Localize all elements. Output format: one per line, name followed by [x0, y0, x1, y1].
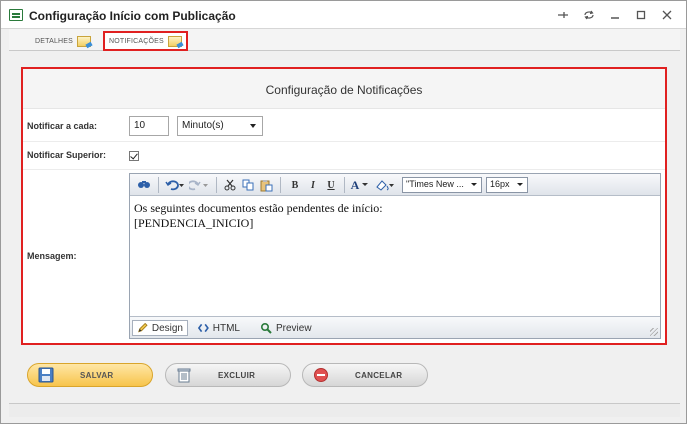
delete-button-label: EXCLUIR	[218, 371, 256, 380]
copy-icon[interactable]	[240, 177, 256, 193]
rich-text-editor: B I U A "Times New ... 16px Os seguintes…	[129, 173, 661, 339]
toolbar-divider	[216, 177, 217, 193]
editor-mode-bar: Design HTML Preview	[130, 316, 660, 338]
bold-button[interactable]: B	[288, 177, 302, 193]
window-controls	[550, 6, 680, 24]
delete-button[interactable]: EXCLUIR	[165, 363, 291, 387]
row-divider	[23, 169, 665, 170]
toolbar-divider	[344, 177, 345, 193]
section-title: Configuração de Notificações	[265, 83, 423, 97]
trash-icon	[177, 368, 191, 383]
edit-note-icon	[77, 35, 92, 47]
mode-preview-tab[interactable]: Preview	[256, 320, 316, 336]
tab-bar: DETALHES NOTIFICAÇÕES	[9, 29, 680, 51]
unit-select-value: Minuto(s)	[182, 120, 224, 131]
chevron-down-icon	[471, 183, 477, 186]
pencil-icon	[138, 322, 148, 333]
editor-content[interactable]: Os seguintes documentos estão pendentes …	[134, 201, 654, 311]
unit-select[interactable]: Minuto(s)	[177, 116, 263, 136]
window-title: Configuração Início com Publicação	[29, 9, 236, 23]
toolbar-divider	[158, 177, 159, 193]
notify-superior-label: Notificar Superior:	[27, 150, 107, 160]
title-bar: Configuração Início com Publicação	[1, 1, 686, 29]
message-label: Mensagem:	[27, 251, 77, 261]
refresh-icon[interactable]	[576, 6, 602, 24]
cancel-button[interactable]: CANCELAR	[302, 363, 428, 387]
save-button-label: SALVAR	[80, 371, 114, 380]
status-strip	[9, 403, 680, 417]
form-icon	[9, 9, 23, 21]
chevron-down-icon	[517, 183, 523, 186]
cut-icon[interactable]	[222, 177, 238, 193]
notifications-panel: Configuração de Notificações Notificar a…	[21, 67, 667, 345]
mode-preview-label: Preview	[276, 322, 312, 334]
mode-design-tab[interactable]: Design	[132, 320, 188, 336]
pin-icon[interactable]	[550, 6, 576, 24]
font-color-button[interactable]: A	[350, 177, 370, 193]
minimize-icon[interactable]	[602, 6, 628, 24]
tab-notificacoes[interactable]: NOTIFICAÇÕES	[103, 31, 188, 51]
magnifier-icon	[260, 322, 272, 334]
tab-notificacoes-label: NOTIFICAÇÕES	[109, 37, 164, 45]
paste-icon[interactable]	[258, 177, 274, 193]
editor-line: Os seguintes documentos estão pendentes …	[134, 201, 383, 215]
dialog-window: Configuração Início com Publicação DETAL…	[0, 0, 687, 424]
editor-line: [PENDENCIA_INICIO]	[134, 216, 254, 230]
cancel-icon	[314, 368, 328, 382]
section-header: Configuração de Notificações	[23, 69, 665, 109]
toolbar-divider	[280, 177, 281, 193]
tab-detalhes[interactable]: DETALHES	[31, 32, 95, 50]
mode-html-label: HTML	[212, 322, 240, 334]
mode-html-tab[interactable]: HTML	[194, 320, 244, 336]
highlight-color-icon[interactable]	[374, 177, 396, 193]
edit-note-icon	[167, 35, 182, 47]
mode-design-label: Design	[151, 322, 183, 334]
underline-button[interactable]: U	[324, 177, 338, 193]
editor-toolbar: B I U A "Times New ... 16px	[130, 174, 660, 196]
notify-every-input[interactable]: 10	[129, 116, 169, 136]
font-size-value: 16px	[490, 179, 510, 189]
font-color-label: A	[350, 177, 360, 192]
chevron-down-icon	[250, 124, 256, 128]
tab-detalhes-label: DETALHES	[35, 37, 74, 45]
italic-button[interactable]: I	[306, 177, 320, 193]
undo-icon[interactable]	[164, 177, 186, 193]
font-family-select[interactable]: "Times New ...	[402, 177, 482, 193]
font-family-value: "Times New ...	[406, 179, 464, 189]
notify-superior-checkbox[interactable]	[129, 151, 139, 161]
find-icon[interactable]	[136, 177, 152, 193]
maximize-icon[interactable]	[628, 6, 654, 24]
notify-every-label: Notificar a cada:	[27, 121, 98, 131]
close-icon[interactable]	[654, 6, 680, 24]
floppy-disk-icon	[38, 367, 54, 383]
font-size-select[interactable]: 16px	[486, 177, 528, 193]
redo-icon[interactable]	[188, 177, 210, 193]
row-divider	[23, 141, 665, 142]
code-icon	[198, 323, 209, 333]
save-button[interactable]: SALVAR	[27, 363, 153, 387]
resize-grip[interactable]	[650, 328, 658, 336]
cancel-button-label: CANCELAR	[355, 371, 403, 380]
